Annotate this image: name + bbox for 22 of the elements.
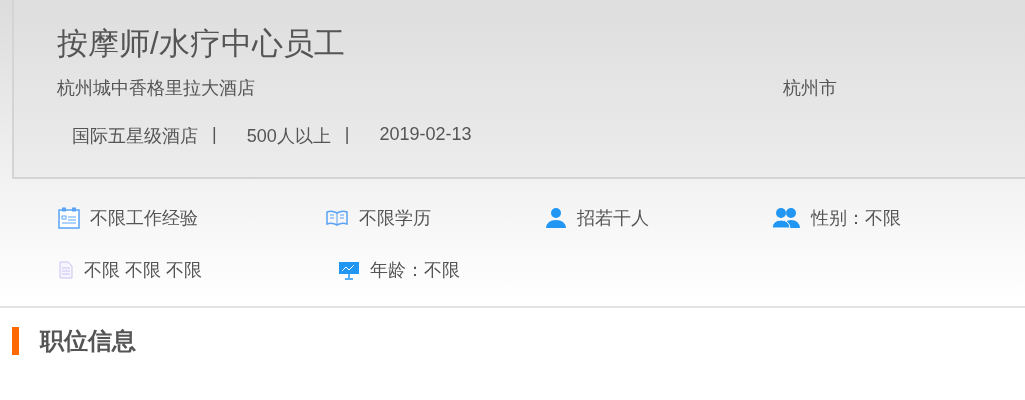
section-title: 职位信息 <box>40 326 136 356</box>
separator: | <box>212 124 217 146</box>
meta-text: 国际五星级酒店 <box>72 125 198 148</box>
requirement-text: 性别：不限 <box>811 207 901 230</box>
requirement-text: 不限工作经验 <box>90 207 198 230</box>
meta-text: 2019-02-13 <box>379 124 472 146</box>
people-icon <box>771 207 801 229</box>
book-icon <box>325 209 349 227</box>
requirement-text: 不限学历 <box>359 207 431 230</box>
document-icon <box>58 261 74 279</box>
section-marker <box>12 327 19 355</box>
city-label: 杭州市 <box>783 77 837 100</box>
job-title: 按摩师/水疗中心员工 <box>57 25 346 63</box>
separator: | <box>344 124 350 146</box>
person-icon <box>545 207 567 229</box>
meta-text: 500人以上 <box>246 125 331 148</box>
calendar-list-icon <box>58 207 80 229</box>
requirement-text: 年龄：不限 <box>370 259 460 282</box>
requirement-text: 招若干人 <box>577 207 649 230</box>
company-name: 杭州城中香格里拉大酒店 <box>57 77 256 100</box>
requirement-text: 不限 不限 不限 <box>84 259 202 282</box>
chart-board-icon <box>338 260 360 280</box>
